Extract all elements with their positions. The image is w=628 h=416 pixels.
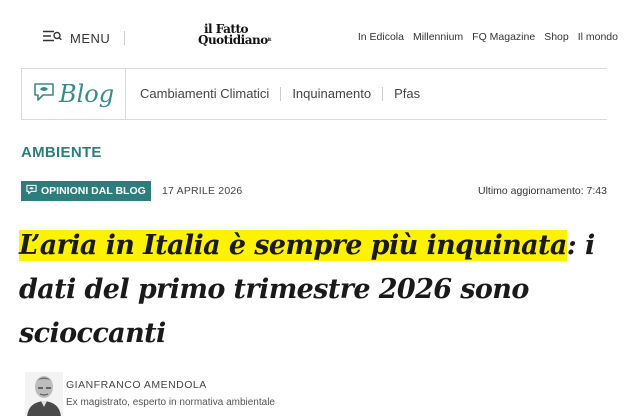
link-in-edicola[interactable]: In Edicola: [358, 31, 404, 43]
menu-button[interactable]: MENU: [42, 29, 110, 47]
blog-logo[interactable]: Blog: [22, 69, 126, 119]
nav-divider: [280, 86, 282, 101]
blog-logo-text: Blog: [58, 80, 115, 108]
logo-line-2: Quotidiano: [198, 33, 268, 47]
top-links: In Edicola Millennium FQ Magazine Shop I…: [358, 31, 618, 43]
nav-item-inquinamento[interactable]: Inquinamento: [292, 86, 371, 101]
header-divider: [124, 31, 125, 45]
link-fq-magazine[interactable]: FQ Magazine: [472, 31, 535, 43]
site-logo[interactable]: il Fatto Quotidianoit: [198, 23, 272, 47]
badge-label: OPINIONI DAL BLOG: [41, 185, 146, 197]
blog-chat-icon: [33, 81, 57, 108]
logo-suffix: it: [267, 37, 272, 43]
link-shop[interactable]: Shop: [544, 31, 569, 43]
nav-item-cambiamenti-climatici[interactable]: Cambiamenti Climatici: [140, 86, 269, 101]
nav-item-pfas[interactable]: Pfas: [394, 86, 420, 101]
nav-divider: [382, 86, 384, 101]
author-box: GIANFRANCO AMENDOLA Ex magistrato, esper…: [21, 372, 611, 416]
article-meta: OPINIONI DAL BLOG 17 APRILE 2026 Ultimo …: [21, 181, 607, 202]
top-header: MENU il Fatto Quotidianoit In Edicola Mi…: [0, 0, 628, 68]
menu-icon: [42, 29, 62, 47]
author-avatar[interactable]: [25, 372, 63, 416]
blog-navbar: Blog Cambiamenti Climatici Inquinamento …: [21, 68, 607, 120]
badge-chat-icon: [26, 184, 37, 198]
last-updated: Ultimo aggiornamento: 7:43: [478, 185, 607, 197]
publish-date: 17 APRILE 2026: [162, 185, 243, 197]
article-headline: L’aria in Italia è sempre più inquinata:…: [19, 224, 609, 356]
blog-nav-items: Cambiamenti Climatici Inquinamento Pfas: [140, 86, 420, 101]
author-description: Ex magistrato, esperto in normativa ambi…: [66, 397, 275, 408]
author-name[interactable]: GIANFRANCO AMENDOLA: [66, 379, 207, 391]
menu-label: MENU: [70, 30, 111, 46]
headline-highlight: L’aria in Italia è sempre più inquinata: [19, 230, 567, 261]
link-millennium[interactable]: Millennium: [413, 31, 463, 43]
opinion-badge[interactable]: OPINIONI DAL BLOG: [21, 181, 151, 201]
section-title[interactable]: AMBIENTE: [21, 144, 102, 161]
link-il-mondo[interactable]: Il mondo: [578, 31, 618, 43]
